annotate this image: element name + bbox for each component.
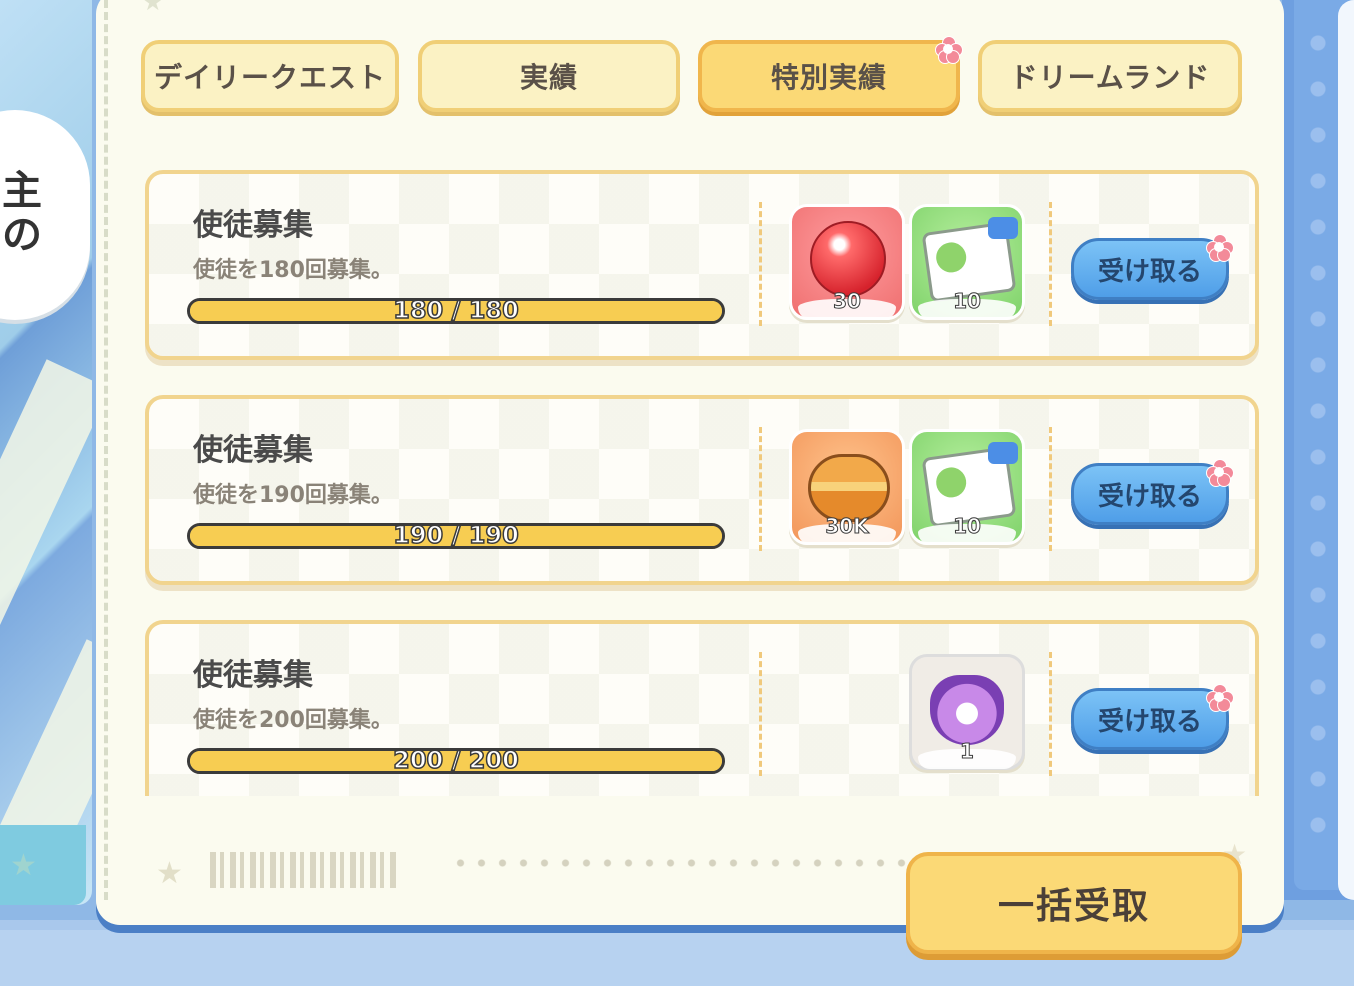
reward-qty: 1 bbox=[960, 739, 975, 764]
tab-special-achievements[interactable]: 特別実績 bbox=[698, 40, 960, 112]
tab-achievements[interactable]: 実績 bbox=[418, 40, 680, 112]
reward-green-ticket[interactable]: 10 bbox=[909, 204, 1025, 320]
star-icon: ★ bbox=[10, 848, 37, 883]
ribbon-icon bbox=[988, 442, 1018, 464]
quest-description: 使徒を200回募集。 bbox=[193, 708, 393, 733]
quest-description: 使徒を180回募集。 bbox=[193, 258, 393, 283]
tab-label: ドリームランド bbox=[1009, 61, 1211, 94]
progress-bar: 190 / 190 bbox=[187, 520, 725, 550]
collect-all-label: 一括受取 bbox=[997, 886, 1150, 927]
right-edge bbox=[1338, 0, 1354, 900]
paper-decor bbox=[0, 359, 92, 661]
tab-label: デイリークエスト bbox=[153, 61, 386, 94]
quest-title: 使徒募集 bbox=[193, 433, 313, 468]
quest-card: 使徒募集 使徒を200回募集。 200 / 200 1 受け取る bbox=[145, 620, 1259, 796]
progress-bar: 200 / 200 bbox=[187, 745, 725, 775]
dots-decor bbox=[450, 858, 910, 868]
macaron-icon bbox=[808, 454, 890, 522]
reward-macaron[interactable]: 30K bbox=[789, 429, 905, 545]
progress-text: 190 / 190 bbox=[392, 520, 519, 550]
claim-label: 受け取る bbox=[1097, 481, 1202, 512]
notification-flower-icon bbox=[1206, 459, 1234, 487]
barcode-decor bbox=[210, 852, 396, 888]
quest-title: 使徒募集 bbox=[193, 208, 313, 243]
notification-flower-icon bbox=[935, 36, 963, 64]
reward-red-orb[interactable]: 30 bbox=[789, 204, 905, 320]
panel-stitch-border bbox=[104, 0, 114, 900]
star-icon: ★ bbox=[142, 0, 164, 16]
claim-label: 受け取る bbox=[1097, 256, 1202, 287]
star-icon: ★ bbox=[156, 856, 183, 891]
red-orb-icon bbox=[810, 221, 886, 297]
tab-label: 特別実績 bbox=[770, 61, 887, 94]
reward-character[interactable]: 1 bbox=[909, 654, 1025, 770]
notification-flower-icon bbox=[1206, 234, 1234, 262]
character-heart-icon bbox=[930, 675, 1004, 745]
quest-card: 使徒募集 使徒を180回募集。 180 / 180 30 10 受け取る bbox=[145, 170, 1259, 360]
progress-text: 180 / 180 bbox=[392, 295, 519, 325]
right-dots-decor bbox=[1308, 20, 1328, 840]
tab-daily-quest[interactable]: デイリークエスト bbox=[141, 40, 399, 112]
quest-description: 使徒を190回募集。 bbox=[193, 483, 393, 508]
collect-all-button[interactable]: 一括受取 bbox=[906, 852, 1242, 954]
reward-qty: 10 bbox=[953, 289, 982, 314]
speech-text-line2: の bbox=[2, 212, 42, 258]
tab-label: 実績 bbox=[519, 61, 578, 94]
reward-green-ticket[interactable]: 10 bbox=[909, 429, 1025, 545]
notification-flower-icon bbox=[1206, 684, 1234, 712]
reward-qty: 30 bbox=[833, 289, 862, 314]
claim-label: 受け取る bbox=[1097, 706, 1202, 737]
ribbon-icon bbox=[988, 217, 1018, 239]
reward-qty: 10 bbox=[953, 514, 982, 539]
tab-dreamland[interactable]: ドリームランド bbox=[978, 40, 1242, 112]
progress-bar: 180 / 180 bbox=[187, 295, 725, 325]
quest-card: 使徒募集 使徒を190回募集。 190 / 190 30K 10 受け取る bbox=[145, 395, 1259, 585]
progress-text: 200 / 200 bbox=[392, 745, 519, 775]
quest-title: 使徒募集 bbox=[193, 658, 313, 693]
reward-qty: 30K bbox=[825, 514, 869, 539]
